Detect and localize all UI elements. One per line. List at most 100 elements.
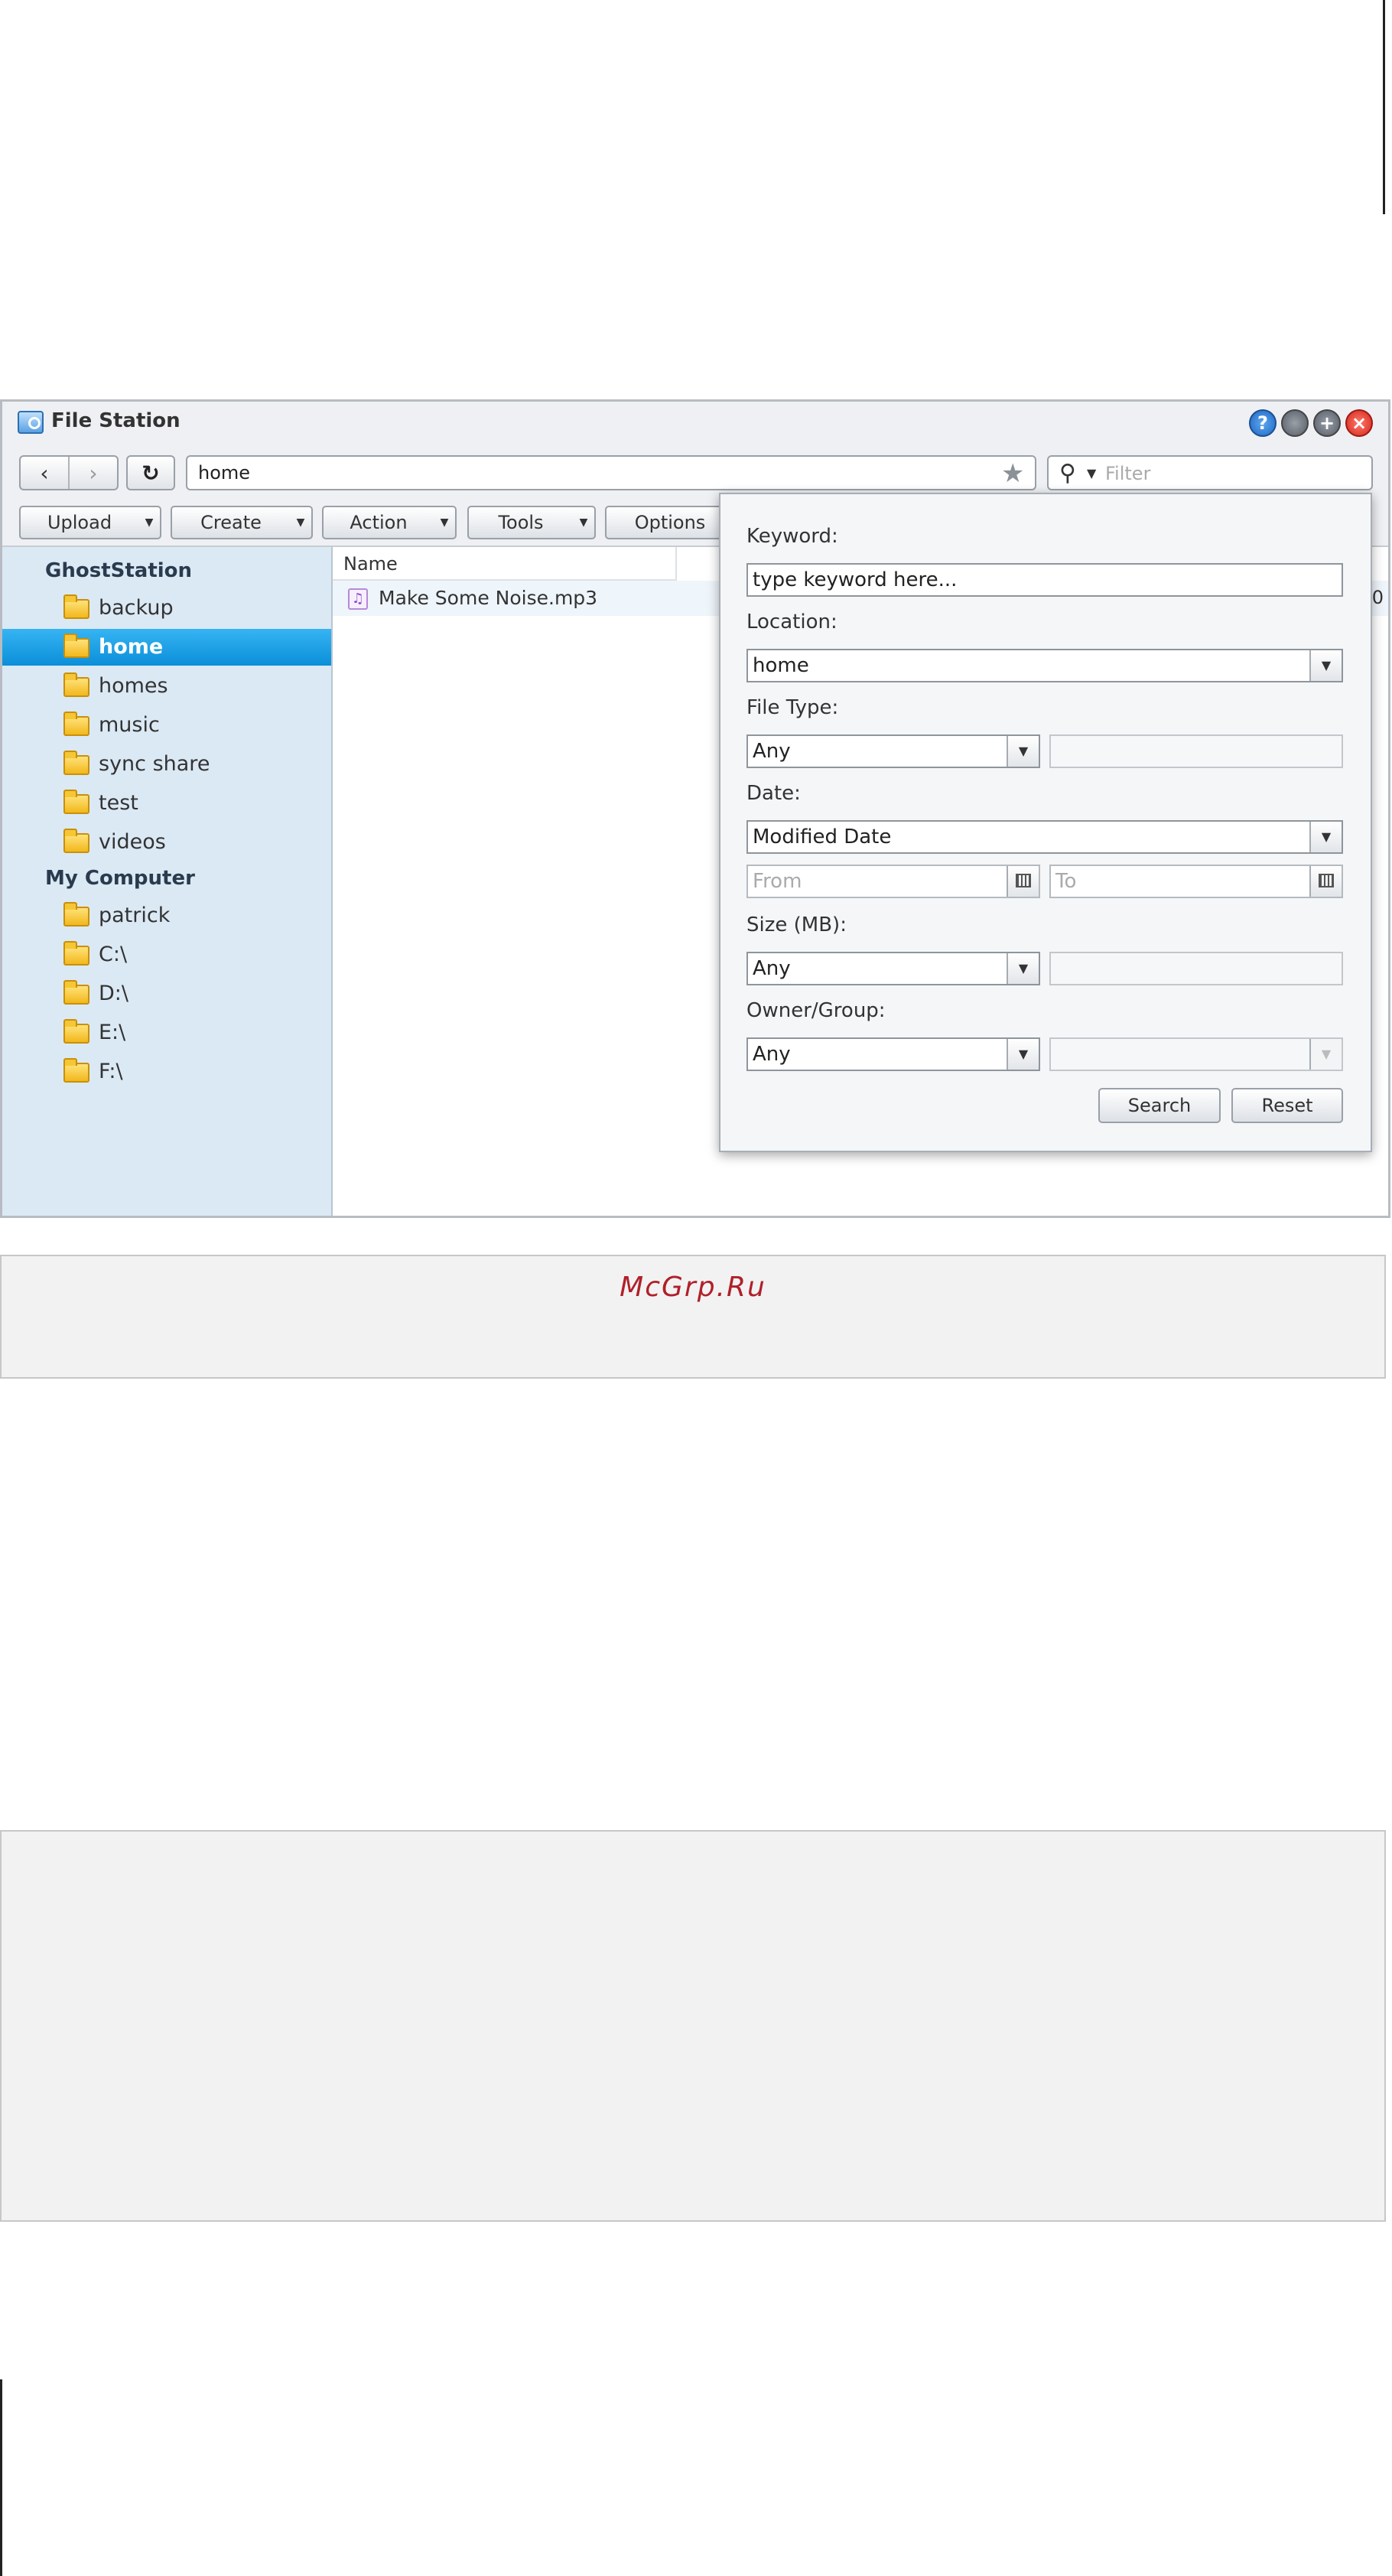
chevron-down-icon: ▼ xyxy=(1309,1039,1342,1070)
date-label: Date: xyxy=(746,782,801,805)
tree-item-label: backup xyxy=(99,596,174,620)
filter-placeholder: Filter xyxy=(1105,463,1151,484)
tree-item-label: E:\ xyxy=(99,1021,126,1044)
options-button[interactable]: Options xyxy=(605,506,735,539)
close-icon[interactable]: × xyxy=(1345,409,1373,437)
chevron-down-icon[interactable]: ▼ xyxy=(1087,466,1096,480)
page-margin-rule xyxy=(1383,0,1385,214)
tree-item-label: test xyxy=(99,791,138,815)
tree-item[interactable]: C:\ xyxy=(2,936,331,973)
tree-item[interactable]: E:\ xyxy=(2,1014,331,1051)
filter-input[interactable]: ⚲ ▼ Filter xyxy=(1047,455,1373,490)
folder-icon xyxy=(63,941,89,966)
chevron-down-icon[interactable]: ▼ xyxy=(1007,736,1039,767)
tree-item-label: D:\ xyxy=(99,982,128,1005)
maximize-icon[interactable]: + xyxy=(1313,409,1341,437)
favorite-star-icon[interactable]: ★ xyxy=(1001,458,1024,489)
tree-item[interactable]: music xyxy=(2,707,331,744)
file-type-select[interactable]: Any ▼ xyxy=(746,734,1040,768)
back-button[interactable]: ‹ xyxy=(21,457,68,489)
location-label: Location: xyxy=(746,611,837,633)
date-to-input[interactable]: To xyxy=(1049,865,1343,898)
action-label: Action xyxy=(350,512,408,533)
folder-icon xyxy=(63,829,89,853)
tree-item-label: F:\ xyxy=(99,1060,123,1083)
search-icon: ⚲ xyxy=(1059,460,1076,487)
refresh-button[interactable]: ↻ xyxy=(126,455,175,490)
owner-group-value: Any xyxy=(753,1043,791,1066)
folder-icon xyxy=(63,1058,89,1083)
calendar-icon[interactable] xyxy=(1007,866,1039,897)
upload-label: Upload xyxy=(47,512,112,533)
chevron-down-icon: ▼ xyxy=(296,516,305,529)
forward-button[interactable]: › xyxy=(68,457,117,489)
size-select[interactable]: Any ▼ xyxy=(746,952,1040,985)
tree-item[interactable]: videos xyxy=(2,824,331,861)
create-label: Create xyxy=(200,512,262,533)
chevron-down-icon[interactable]: ▼ xyxy=(1007,1039,1039,1070)
size-value-input xyxy=(1049,952,1343,985)
tree-item[interactable]: patrick xyxy=(2,897,331,934)
title-bar[interactable]: File Station ? + × xyxy=(2,402,1388,440)
folder-icon xyxy=(63,1019,89,1044)
location-value: home xyxy=(753,654,809,677)
tree-item[interactable]: D:\ xyxy=(2,975,331,1012)
folder-icon xyxy=(63,712,89,736)
tree-item-label: videos xyxy=(99,830,166,854)
minimize-icon[interactable] xyxy=(1281,409,1309,437)
tree-item-selected[interactable]: home xyxy=(2,629,331,666)
search-button[interactable]: Search xyxy=(1098,1088,1221,1123)
create-button[interactable]: Create ▼ xyxy=(171,506,313,539)
tree-item[interactable]: test xyxy=(2,785,331,822)
date-type-value: Modified Date xyxy=(753,826,892,848)
upload-button[interactable]: Upload ▼ xyxy=(19,506,161,539)
owner-group-select[interactable]: Any ▼ xyxy=(746,1037,1040,1071)
date-type-select[interactable]: Modified Date ▼ xyxy=(746,820,1343,854)
tree-item-label: sync share xyxy=(99,752,210,776)
column-header-name[interactable]: Name xyxy=(333,547,677,581)
tree-item[interactable]: backup xyxy=(2,590,331,627)
tree-root-ghoststation[interactable]: GhostStation xyxy=(45,559,192,582)
file-type-label: File Type: xyxy=(746,696,839,719)
file-type-extension-input xyxy=(1049,734,1343,768)
window-title: File Station xyxy=(51,409,181,432)
tree-item[interactable]: homes xyxy=(2,668,331,705)
folder-icon xyxy=(63,980,89,1005)
folder-icon xyxy=(63,594,89,619)
reset-button[interactable]: Reset xyxy=(1231,1088,1343,1123)
note-box xyxy=(0,1830,1386,2222)
chevron-down-icon: ▼ xyxy=(579,516,588,529)
owner-name-select: ▼ xyxy=(1049,1037,1343,1071)
tree-item-label: C:\ xyxy=(99,943,128,966)
chevron-down-icon[interactable]: ▼ xyxy=(1007,953,1039,984)
keyword-label: Keyword: xyxy=(746,525,838,548)
tree-item[interactable]: sync share xyxy=(2,746,331,783)
page-margin-rule xyxy=(0,2379,2,2576)
date-from-placeholder: From xyxy=(753,870,802,893)
chevron-down-icon[interactable]: ▼ xyxy=(1309,822,1342,852)
action-button[interactable]: Action ▼ xyxy=(322,506,457,539)
calendar-icon[interactable] xyxy=(1309,866,1342,897)
keyword-input[interactable]: type keyword here... xyxy=(746,563,1343,597)
tree-item[interactable]: F:\ xyxy=(2,1054,331,1090)
date-from-input[interactable]: From xyxy=(746,865,1040,898)
path-field[interactable]: home xyxy=(186,455,1036,490)
file-column-value: 0 xyxy=(1371,587,1384,608)
date-to-placeholder: To xyxy=(1055,870,1077,893)
help-icon[interactable]: ? xyxy=(1249,409,1277,437)
tree-item-label: home xyxy=(99,635,164,659)
tree-root-my-computer[interactable]: My Computer xyxy=(45,867,195,890)
tools-label: Tools xyxy=(498,512,544,533)
tree-item-label: homes xyxy=(99,674,168,698)
chevron-down-icon: ▼ xyxy=(440,516,449,529)
tools-button[interactable]: Tools ▼ xyxy=(467,506,596,539)
tree-item-label: patrick xyxy=(99,904,171,927)
size-value: Any xyxy=(753,957,791,980)
file-name: Make Some Noise.mp3 xyxy=(379,587,598,609)
folder-icon xyxy=(63,751,89,775)
chevron-down-icon[interactable]: ▼ xyxy=(1309,650,1342,681)
music-file-icon: ♫ xyxy=(348,588,368,610)
folder-tree: GhostStation backup home homes music syn… xyxy=(2,547,333,1216)
file-station-icon xyxy=(18,411,44,434)
location-select[interactable]: home ▼ xyxy=(746,649,1343,682)
